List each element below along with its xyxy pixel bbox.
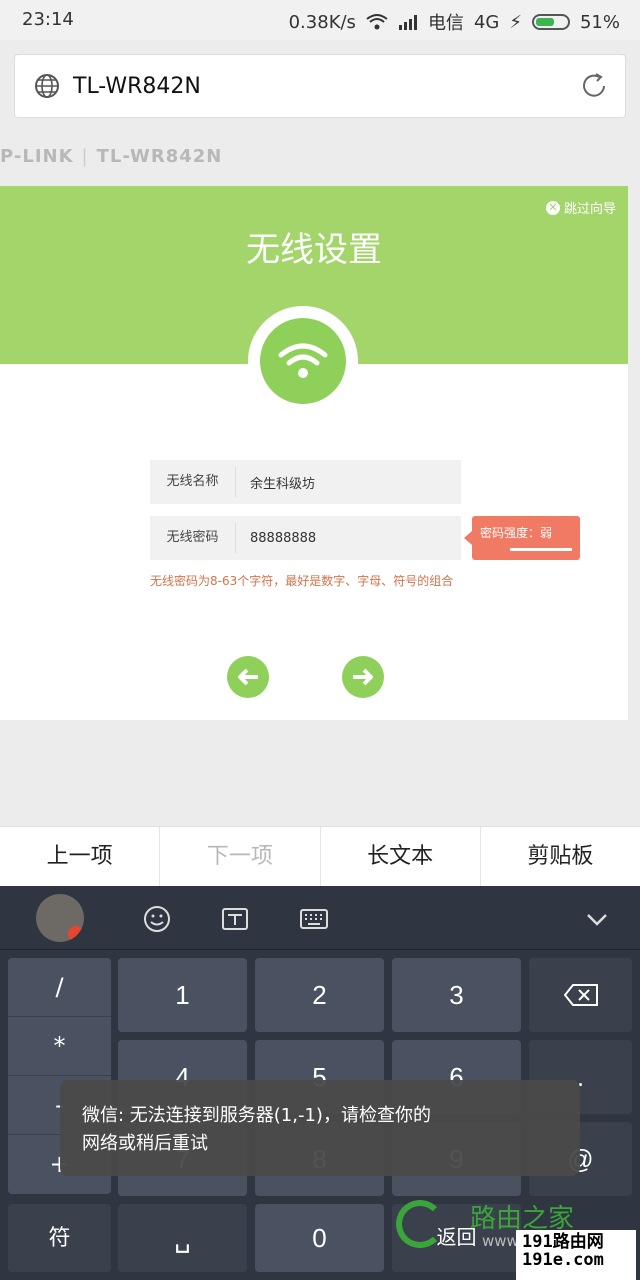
network-speed: 0.38K/s <box>288 11 356 33</box>
url-text[interactable]: TL-WR842N <box>73 74 201 99</box>
toast-line-2: 网络或稍后重试 <box>82 1133 208 1154</box>
arrow-right-icon <box>353 668 373 686</box>
key-2[interactable]: 2 <box>255 958 384 1032</box>
key-3[interactable]: 3 <box>392 958 521 1032</box>
close-icon: ✕ <box>545 200 560 215</box>
carrier-name: 电信 <box>427 13 464 34</box>
charging-icon: ⚡ <box>509 11 522 33</box>
router-brand-header: P-LINK | TL-WR842N <box>0 146 222 167</box>
backspace-icon <box>563 984 598 1006</box>
skip-label: 跳过向导 <box>563 202 616 217</box>
ssid-input[interactable]: 余生科级坊 <box>236 473 315 492</box>
arrow-left-icon <box>238 668 258 686</box>
watermark: 路由之家 www.h 191路由网 191e.com <box>396 1198 640 1280</box>
status-right: 0.38K/s 电信 4G ⚡ 51% <box>289 9 620 35</box>
error-toast: 微信: 无法连接到服务器(1,-1)，请检查你的 网络或稍后重试 <box>60 1080 580 1176</box>
avatar-badge <box>68 926 84 942</box>
key-asterisk[interactable]: * <box>8 1017 111 1076</box>
ssid-label: 无线名称 <box>150 467 236 497</box>
space-key[interactable]: ␣ <box>118 1204 247 1272</box>
next-button[interactable] <box>342 656 384 698</box>
next-field-button[interactable]: 下一项 <box>160 827 321 886</box>
form-navigation-bar: 上一项 下一项 长文本 剪贴板 <box>0 826 640 886</box>
network-type: 4G <box>473 11 500 33</box>
wizard-card: ✕ 跳过向导 无线设置 无线名称 余生科级坊 无线密码 88888888 密码强… <box>0 186 628 720</box>
cell-signal-icon <box>398 15 417 30</box>
brand-separator: | <box>81 146 89 167</box>
keyboard-icon[interactable] <box>299 904 329 934</box>
skip-wizard-link[interactable]: ✕ 跳过向导 <box>545 198 616 217</box>
status-time: 23:14 <box>22 9 74 30</box>
page-title: 无线设置 <box>246 230 382 270</box>
wifi-badge <box>248 306 358 416</box>
toast-line-1: 微信: 无法连接到服务器(1,-1)，请检查你的 <box>82 1105 431 1126</box>
router-model: TL-WR842N <box>96 146 223 167</box>
key-slash[interactable]: / <box>8 958 111 1017</box>
watermark-box-line1: 191路由网 <box>522 1232 604 1252</box>
symbols-key[interactable]: 符 <box>8 1204 111 1272</box>
password-hint: 无线密码为8-63个字符，最好是数字、字母、符号的组合 <box>150 574 454 588</box>
watermark-box: 191路由网 191e.com <box>516 1230 636 1280</box>
reload-icon[interactable] <box>579 71 609 101</box>
watermark-logo <box>396 1200 444 1248</box>
text-style-icon[interactable] <box>220 904 250 934</box>
strength-bar <box>510 548 572 551</box>
globe-icon <box>35 74 59 98</box>
key-1[interactable]: 1 <box>118 958 247 1032</box>
password-label: 无线密码 <box>150 523 236 553</box>
password-strength-text: 密码强度：弱 <box>480 526 553 540</box>
back-button[interactable] <box>227 656 269 698</box>
brand-logo: P-LINK <box>0 146 74 167</box>
long-text-button[interactable]: 长文本 <box>321 827 481 886</box>
emoji-icon[interactable] <box>142 904 172 934</box>
address-bar[interactable]: TL-WR842N <box>14 54 626 118</box>
keyboard-toolbar <box>0 886 640 950</box>
status-bar: 23:14 0.38K/s 电信 4G ⚡ 51% <box>0 0 640 40</box>
watermark-box-line2: 191e.com <box>522 1250 604 1270</box>
ssid-field[interactable]: 无线名称 余生科级坊 <box>150 460 461 504</box>
battery-percent: 51% <box>579 11 620 33</box>
password-strength-tooltip: 密码强度：弱 <box>464 516 580 560</box>
key-0[interactable]: 0 <box>255 1204 384 1272</box>
backspace-key[interactable] <box>529 958 632 1032</box>
wifi-signal-icon <box>366 14 388 30</box>
password-input[interactable]: 88888888 <box>236 531 316 546</box>
clipboard-button[interactable]: 剪贴板 <box>481 827 640 886</box>
avatar[interactable] <box>36 894 84 942</box>
password-field[interactable]: 无线密码 88888888 <box>150 516 461 560</box>
prev-field-button[interactable]: 上一项 <box>0 827 161 886</box>
chevron-down-icon[interactable] <box>582 904 612 934</box>
battery-icon <box>531 14 570 30</box>
wifi-icon <box>278 343 328 378</box>
